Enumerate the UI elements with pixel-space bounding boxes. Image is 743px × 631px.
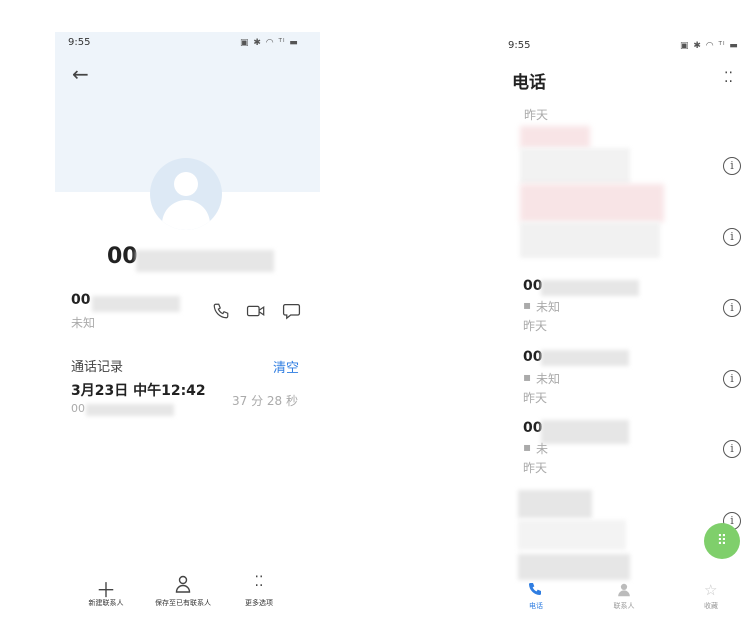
avatar-body-icon xyxy=(162,200,210,230)
tab-phone[interactable]: 电话 xyxy=(516,601,556,611)
avatar-head-icon xyxy=(174,172,198,196)
tab-favorites[interactable]: 收藏 xyxy=(691,601,731,611)
info-icon[interactable]: i xyxy=(723,228,741,246)
more-options-icon[interactable]: ⁚⁚ xyxy=(214,574,304,590)
dialpad-button[interactable]: ⠿ xyxy=(704,523,740,559)
tab-contacts[interactable]: 联系人 xyxy=(604,601,644,611)
avatar xyxy=(150,158,222,230)
info-icon[interactable]: i xyxy=(723,370,741,388)
dialpad-icon: ⠿ xyxy=(716,533,728,549)
contacts-tab-icon[interactable] xyxy=(617,582,631,601)
call-time: 昨天 xyxy=(523,319,548,333)
redacted-entry xyxy=(520,222,660,258)
redacted-entry xyxy=(520,126,590,148)
status-icons-right: ▣ ✱ ◠ ᵀˡ ▬ xyxy=(680,41,739,51)
phone-tab-icon[interactable] xyxy=(527,581,543,601)
redacted-contact-name xyxy=(136,250,274,272)
sim-card-icon: ▪ xyxy=(523,370,532,384)
number-type: 未知 xyxy=(71,316,96,330)
call-type: 未 xyxy=(536,442,549,456)
info-icon[interactable]: i xyxy=(723,157,741,175)
sim-card-icon: ▪ xyxy=(523,440,532,454)
redacted-entry xyxy=(518,554,630,580)
status-time-right: 9:55 xyxy=(508,40,531,51)
redacted-call-number xyxy=(86,404,174,416)
call-log-title: 通话记录 xyxy=(71,360,124,375)
call-number-prefix: 00 xyxy=(523,278,543,294)
star-icon[interactable]: ☆ xyxy=(704,581,717,599)
redacted-number xyxy=(541,420,629,444)
video-call-icon[interactable] xyxy=(246,302,266,325)
call-time: 昨天 xyxy=(523,391,548,405)
sim-card-icon: ▪ xyxy=(523,298,532,312)
redacted-number xyxy=(541,280,639,296)
redacted-number xyxy=(541,350,629,366)
call-number-prefix: 00 xyxy=(523,420,543,436)
redacted-phone-number xyxy=(92,296,180,312)
message-icon[interactable] xyxy=(282,302,301,325)
page-title: 电话 xyxy=(512,73,546,93)
call-duration: 37 分 28 秒 xyxy=(232,394,298,408)
call-type: 未知 xyxy=(536,372,561,386)
info-icon[interactable]: i xyxy=(723,440,741,458)
more-options-button[interactable]: 更多选项 xyxy=(214,598,304,608)
call-date: 3月23日 中午12:42 xyxy=(71,383,206,399)
redacted-entry xyxy=(520,184,664,222)
redacted-entry xyxy=(520,148,630,184)
phone-number-prefix: 00 xyxy=(71,292,91,308)
info-icon[interactable]: i xyxy=(723,299,741,317)
redacted-entry xyxy=(518,490,592,518)
menu-icon[interactable]: ⁚⁚ xyxy=(724,70,733,86)
call-time: 昨天 xyxy=(523,461,548,475)
call-icon[interactable] xyxy=(212,302,230,325)
call-number-prefix: 00 xyxy=(71,402,85,415)
call-number-prefix: 00 xyxy=(523,349,543,365)
status-icons: ▣ ✱ ◠ ᵀˡ ▬ xyxy=(240,38,299,48)
redacted-entry xyxy=(518,520,626,550)
back-arrow-icon[interactable]: ← xyxy=(72,62,89,86)
call-type: 未知 xyxy=(536,300,561,314)
call-time-yesterday: 昨天 xyxy=(524,108,549,122)
contact-name-prefix: 00 xyxy=(107,244,138,269)
status-time: 9:55 xyxy=(68,37,91,48)
clear-button[interactable]: 清空 xyxy=(273,357,299,376)
